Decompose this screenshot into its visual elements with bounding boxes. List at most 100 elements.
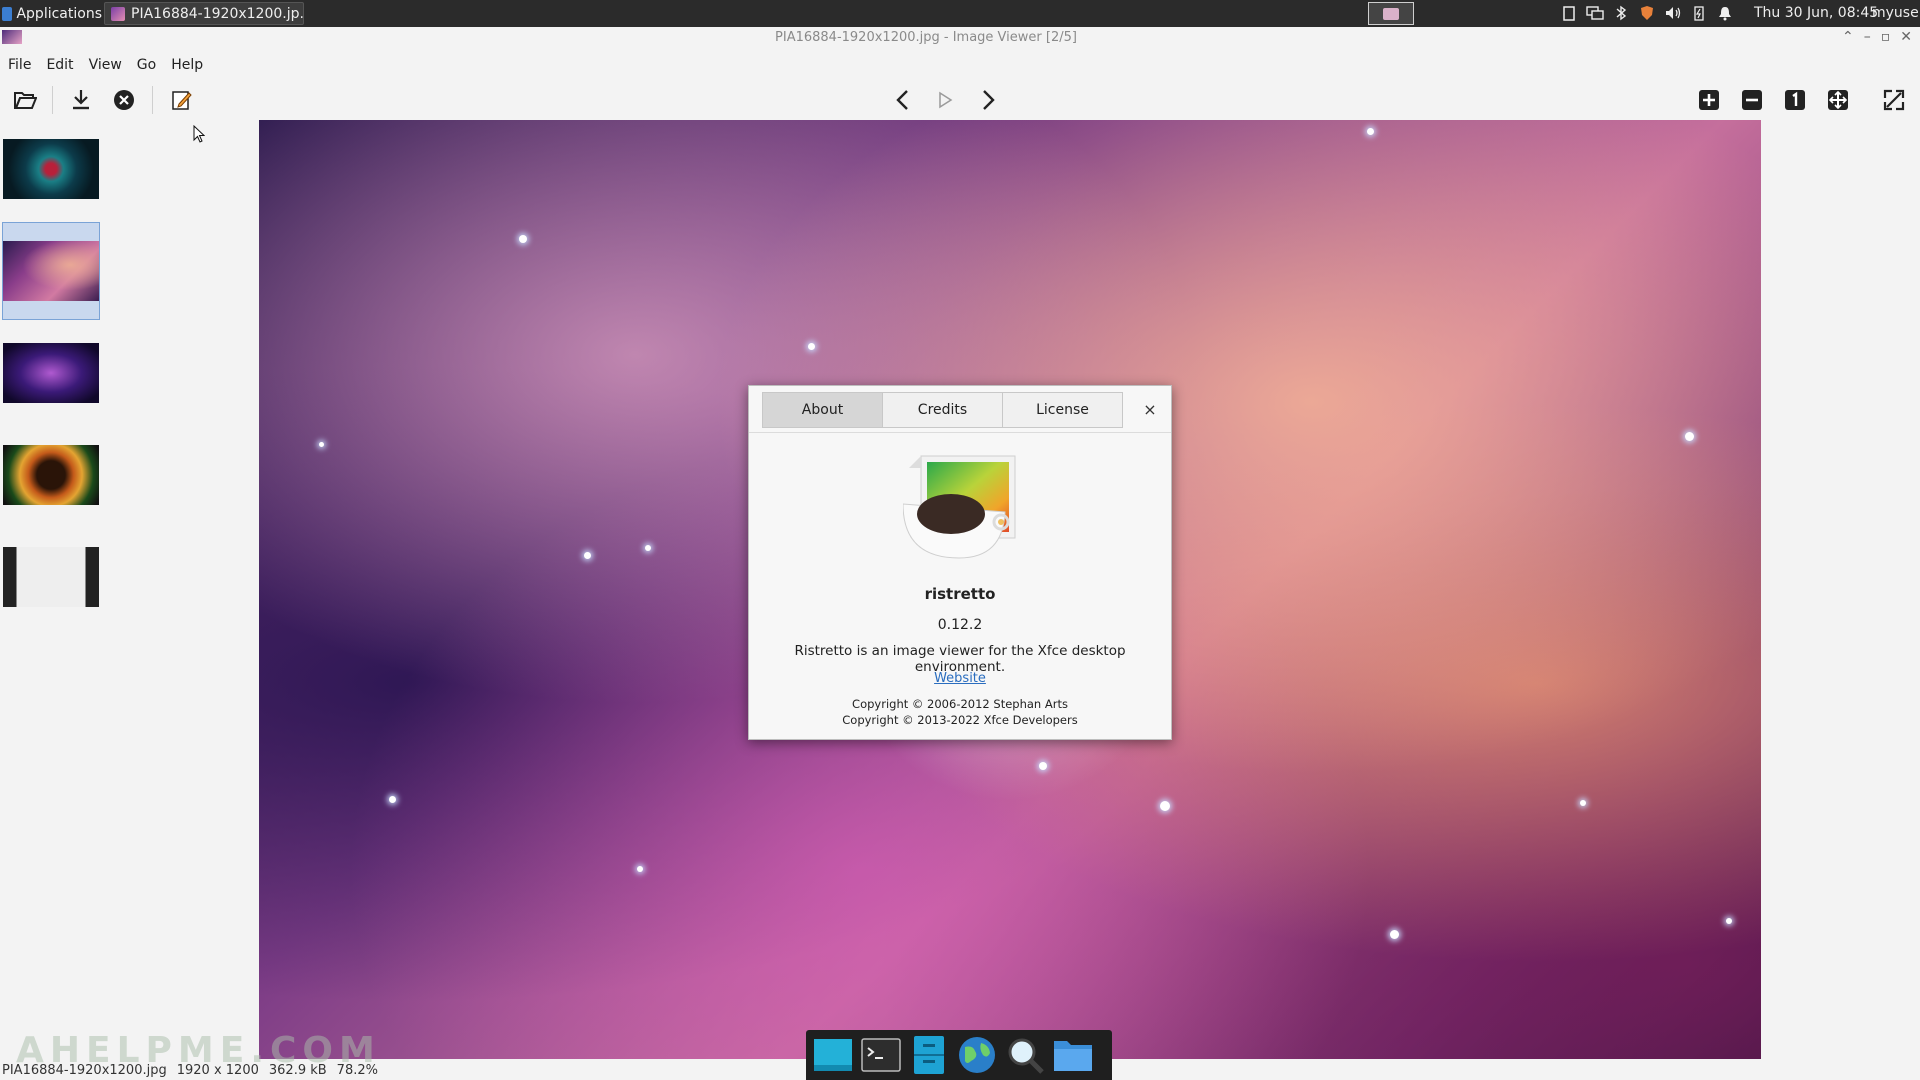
menu-go[interactable]: Go [137, 53, 156, 77]
tab-credits[interactable]: Credits [883, 392, 1003, 428]
window-title-bar[interactable]: PIA16884-1920x1200.jpg - Image Viewer [2… [0, 27, 1920, 51]
edit-button[interactable] [166, 84, 198, 116]
close-icon: × [1143, 399, 1157, 419]
star [319, 442, 324, 447]
thumbnail-item[interactable] [2, 528, 100, 626]
thumbnail-item-selected[interactable] [2, 222, 100, 320]
chevron-right-icon [983, 90, 995, 110]
dialog-close-button[interactable]: × [1135, 394, 1165, 424]
thumbnail-item[interactable] [2, 426, 100, 524]
close-window-button[interactable]: ✕ [1900, 29, 1912, 45]
star [645, 545, 651, 551]
zoom-fit-icon [1828, 90, 1848, 110]
dialog-tab-bar: About Credits License [762, 392, 1123, 428]
workspace-switcher[interactable] [1368, 2, 1414, 25]
thumbnail-item[interactable] [2, 324, 100, 422]
zoom-in-icon [1699, 90, 1719, 110]
status-bar: PIA16884-1920x1200.jpg 1920 x 1200 362.9… [0, 1060, 1920, 1080]
thumbnail-image [3, 445, 99, 505]
slideshow-button[interactable] [929, 84, 961, 116]
fullscreen-button[interactable] [1878, 84, 1910, 116]
window-title: PIA16884-1920x1200.jpg - Image Viewer [2… [775, 30, 1077, 45]
status-zoom: 78.2% [336, 1062, 378, 1078]
chevron-left-icon [896, 90, 908, 110]
fullscreen-icon [1883, 89, 1905, 111]
clock[interactable]: Thu 30 Jun, 08:45 [1754, 5, 1878, 21]
mouse-cursor-icon [193, 125, 205, 143]
play-icon [939, 91, 953, 109]
status-filesize: 362.9 kB [268, 1062, 327, 1078]
network-icon[interactable] [1586, 4, 1604, 22]
zoom-out-button[interactable] [1736, 84, 1768, 116]
star [1685, 432, 1694, 441]
menubar: File Edit View Go Help [0, 53, 1920, 77]
star [1039, 762, 1047, 770]
close-circle-icon [114, 90, 134, 110]
star [637, 866, 643, 872]
edit-pencil-icon [172, 91, 192, 110]
previous-image-button[interactable] [887, 84, 919, 116]
toolbar [0, 80, 1920, 120]
shade-button[interactable]: ⌃ [1842, 29, 1854, 45]
applications-menu-button[interactable]: Applications [2, 3, 102, 24]
star [1580, 800, 1586, 806]
star [1160, 801, 1170, 811]
tab-license[interactable]: License [1003, 392, 1123, 428]
save-copy-button[interactable] [65, 84, 97, 116]
thumbnail-item[interactable] [2, 120, 100, 218]
star [1390, 930, 1399, 939]
menu-help[interactable]: Help [171, 53, 203, 77]
window-controls: ⌃ – ▫ ✕ [1842, 29, 1912, 45]
minimize-button[interactable]: – [1864, 29, 1871, 45]
open-button[interactable] [9, 84, 41, 116]
shield-icon[interactable] [1638, 4, 1656, 22]
star [584, 552, 591, 559]
thumbnail-image [3, 343, 99, 403]
menu-edit[interactable]: Edit [46, 53, 73, 77]
folder-open-icon [14, 92, 37, 109]
status-dimensions: 1920 x 1200 [176, 1062, 259, 1078]
applications-label: Applications [16, 5, 102, 22]
volume-icon[interactable] [1664, 4, 1682, 22]
star [389, 796, 396, 803]
zoom-normal-button[interactable] [1779, 84, 1811, 116]
toolbar-separator [152, 86, 153, 114]
download-icon [73, 90, 89, 110]
system-tray [1560, 4, 1734, 22]
star [519, 235, 527, 243]
star [808, 343, 815, 350]
xfce-logo-icon [2, 6, 13, 21]
tab-about[interactable]: About [762, 392, 883, 428]
toolbar-separator [52, 86, 53, 114]
menu-file[interactable]: File [8, 53, 31, 77]
taskbar-button-label: PIA16884-1920x1200.jp... [131, 5, 304, 22]
clipboard-icon[interactable] [1560, 4, 1578, 22]
website-link[interactable]: Website [749, 671, 1171, 686]
notification-bell-icon[interactable] [1716, 4, 1734, 22]
menu-view[interactable]: View [89, 53, 122, 77]
user-menu[interactable]: myuser [1872, 5, 1920, 21]
divider [749, 432, 1171, 433]
image-thumbnail-icon [111, 6, 125, 21]
app-name: ristretto [924, 585, 996, 603]
battery-icon[interactable] [1690, 4, 1708, 22]
taskbar-button-image-viewer[interactable]: PIA16884-1920x1200.jp... [104, 2, 304, 25]
copyright-line: Copyright © 2006-2012 Stephan Arts [852, 697, 1068, 711]
status-filename: PIA16884-1920x1200.jpg [2, 1062, 167, 1078]
thumbnail-image [3, 547, 99, 607]
ristretto-logo-icon [903, 455, 1016, 559]
thumbnail-image [3, 241, 99, 301]
zoom-out-icon [1742, 90, 1762, 110]
top-panel: Applications PIA16884-1920x1200.jp... Th… [0, 0, 1920, 27]
bluetooth-icon[interactable] [1612, 4, 1630, 22]
star [1367, 128, 1374, 135]
maximize-button[interactable]: ▫ [1881, 29, 1891, 45]
next-image-button[interactable] [972, 84, 1004, 116]
zoom-fit-button[interactable] [1822, 84, 1854, 116]
zoom-original-icon [1785, 90, 1805, 110]
star [1726, 918, 1732, 924]
copyright-line: Copyright © 2013-2022 Xfce Developers [842, 713, 1078, 727]
close-image-button[interactable] [108, 84, 140, 116]
zoom-in-button[interactable] [1693, 84, 1725, 116]
workspace-window-preview-icon [1383, 7, 1399, 20]
